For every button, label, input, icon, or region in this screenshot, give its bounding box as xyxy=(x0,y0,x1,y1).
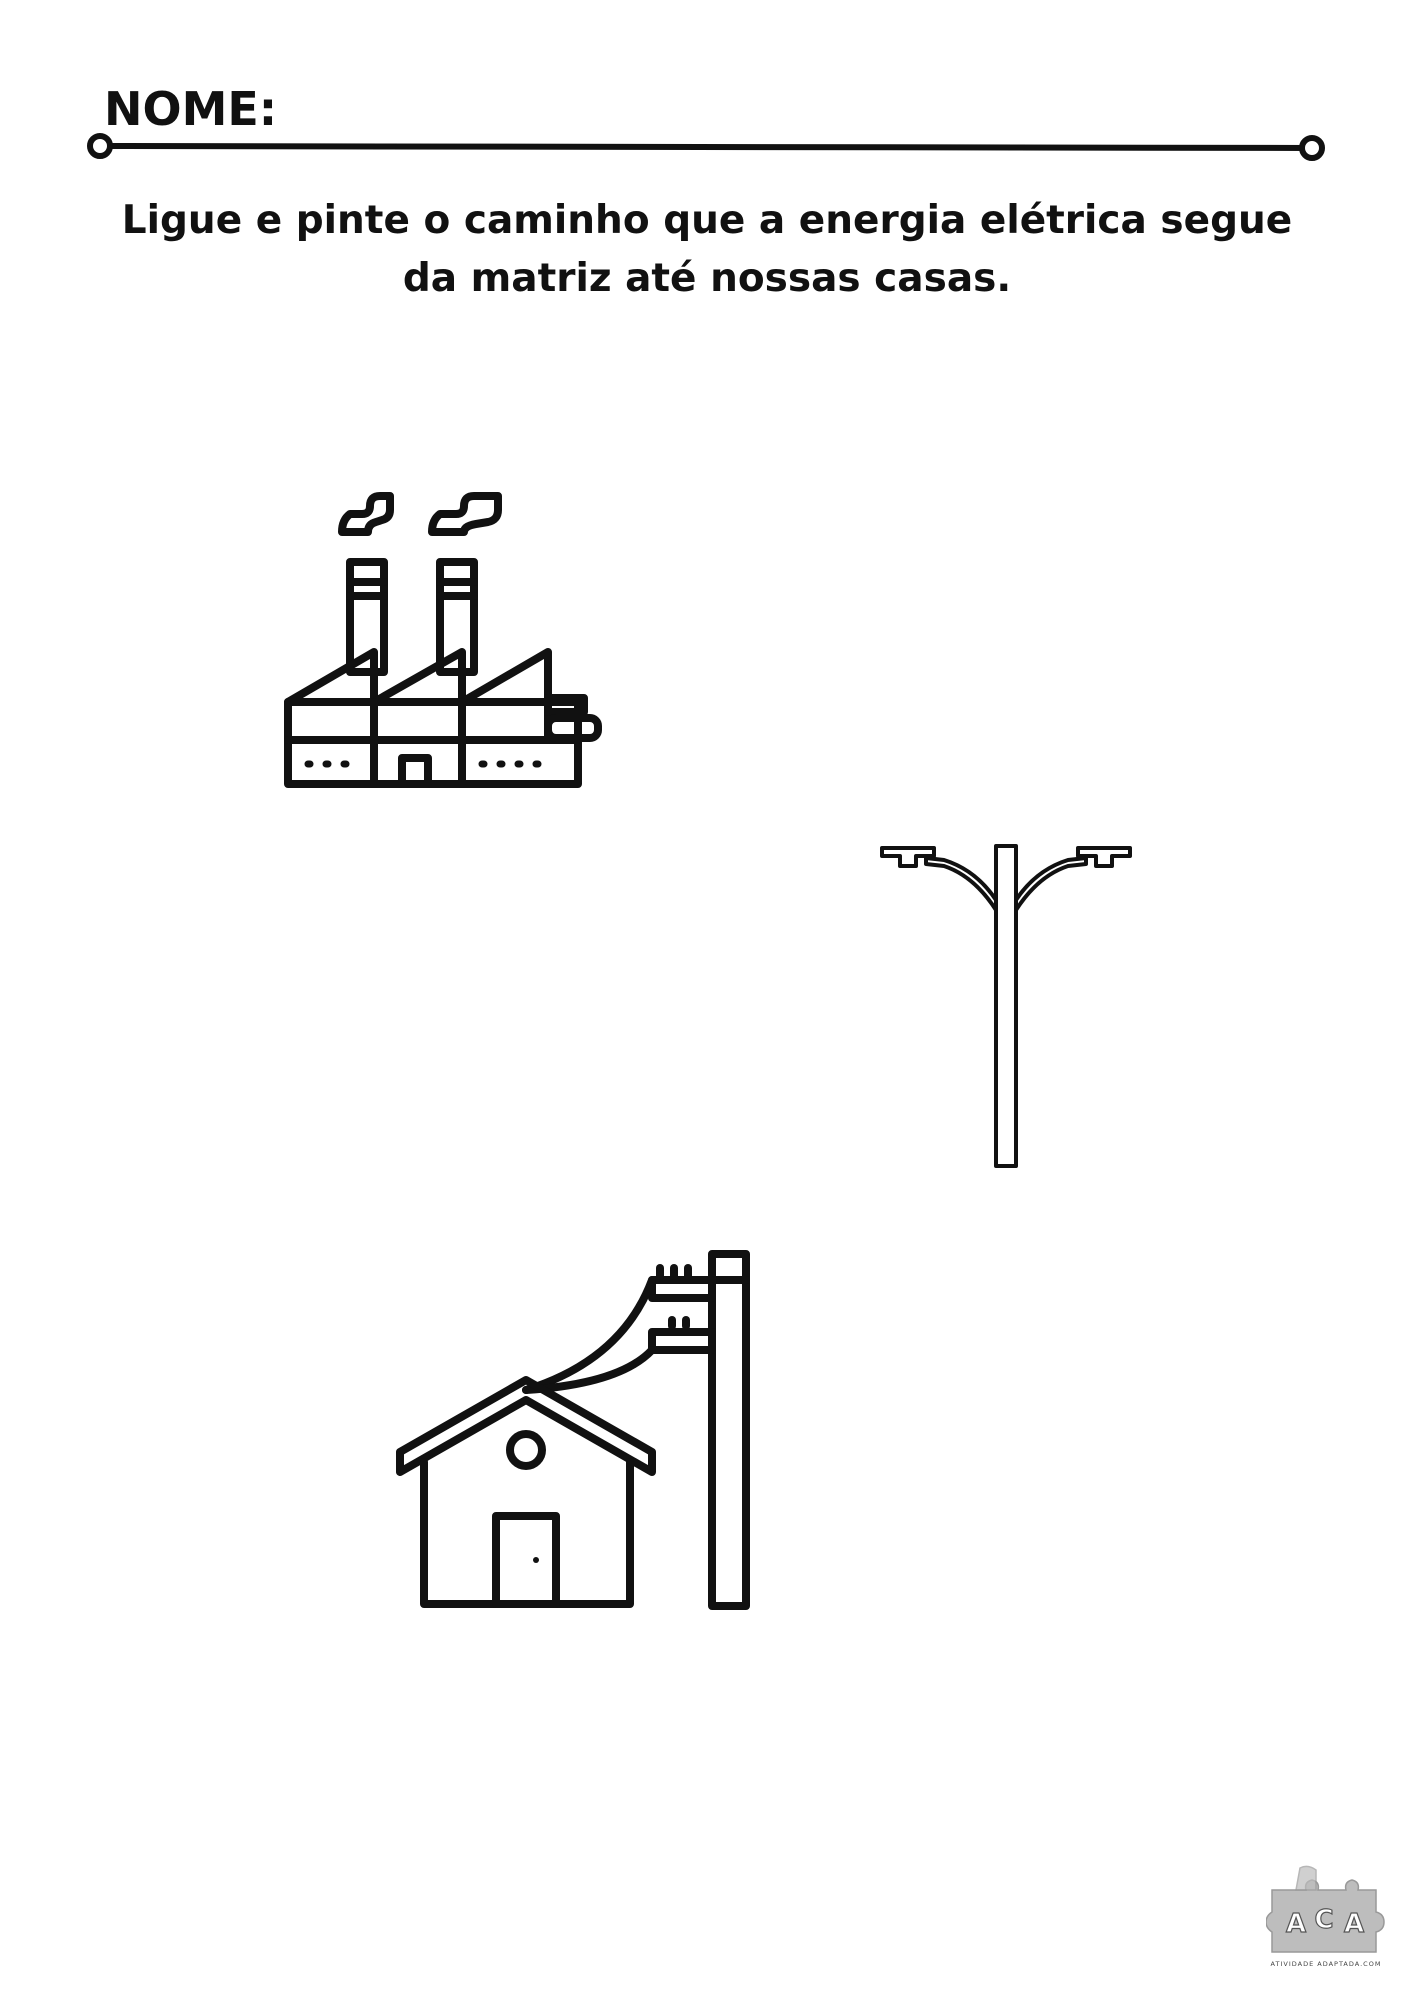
svg-text:A: A xyxy=(1286,1909,1306,1939)
factory-icon xyxy=(284,492,602,788)
instruction-line-2: da matriz até nossas casas. xyxy=(402,256,1012,301)
house-power-pole-icon xyxy=(396,1250,750,1610)
svg-text:ATIVIDADE ADAPTADA.COM: ATIVIDADE ADAPTADA.COM xyxy=(1271,1960,1382,1968)
street-lamp-icon xyxy=(880,844,1132,1168)
instruction-line-1: Ligue e pinte o caminho que a energia el… xyxy=(121,198,1293,243)
name-write-line xyxy=(87,133,1325,161)
svg-text:C: C xyxy=(1314,1905,1333,1935)
brand-logo-icon: A C A ATIVIDADE ADAPTADA.COM xyxy=(1266,1865,1385,1968)
svg-text:A: A xyxy=(1344,1909,1364,1939)
instruction-text: Ligue e pinte o caminho que a energia el… xyxy=(120,192,1294,308)
